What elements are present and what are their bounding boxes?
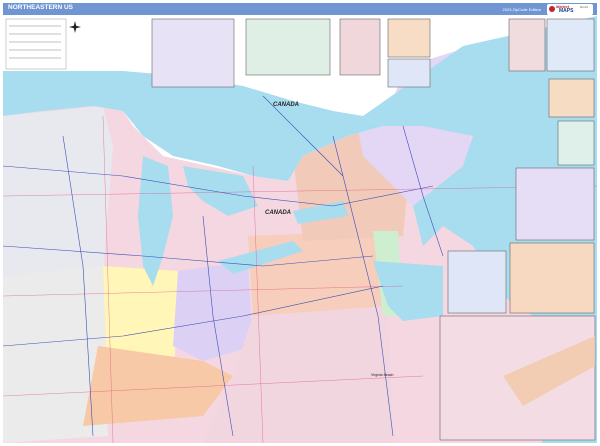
logo-mark (549, 6, 555, 12)
label-canada-north: CANADA (273, 102, 299, 108)
main-map: CANADA CANADA Virginia Beach (3, 16, 597, 443)
ohio-region (173, 261, 253, 361)
inset-right-2 (557, 120, 595, 166)
edition-label: 2023 ZipCode Edition (502, 7, 541, 12)
inset-right-5 (509, 242, 595, 314)
pennsylvania-region (248, 231, 388, 316)
inset-top-2 (245, 18, 331, 76)
map-title: NORTHEASTERN US (8, 4, 74, 11)
logo-line2: MAPS (559, 8, 574, 14)
inset-right-3 (515, 167, 595, 241)
map-poster: NORTHEASTERN US 2023 ZipCode Edition Mar… (0, 0, 600, 446)
inset-top-3 (339, 18, 381, 76)
inset-top-4 (387, 18, 431, 58)
inset-top-7 (546, 18, 595, 72)
title-bar: NORTHEASTERN US 2023 ZipCode Edition Mar… (3, 3, 597, 15)
inset-top-6 (508, 18, 546, 72)
label-virginia-beach: Virginia Beach (371, 373, 394, 377)
logo-line3: Sm Ft (580, 5, 588, 9)
inset-top-1 (151, 18, 235, 88)
label-canada-south: CANADA (265, 210, 291, 216)
inset-top-5 (387, 58, 431, 88)
inset-right-4 (447, 250, 507, 314)
wisconsin-region (3, 106, 113, 286)
logo-icon: Market MAPS Sm Ft (547, 4, 593, 15)
legend-box (5, 18, 67, 70)
inset-right-1 (548, 78, 595, 118)
